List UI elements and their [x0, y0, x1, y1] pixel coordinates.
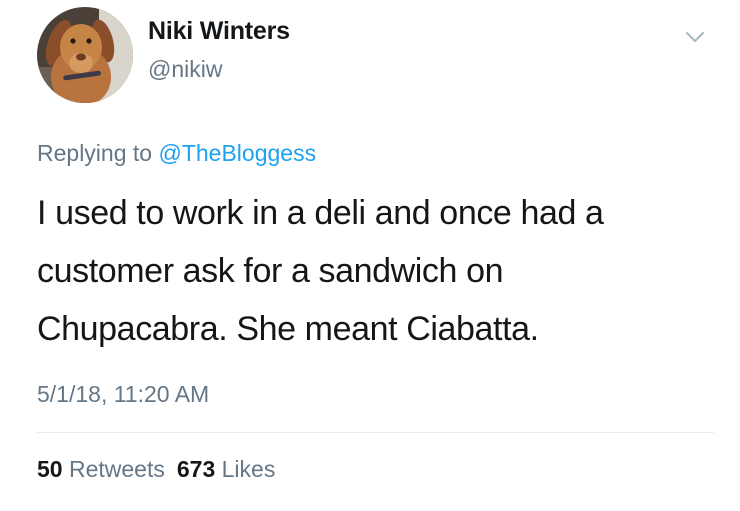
timestamp[interactable]: 5/1/18, 11:20 AM: [37, 381, 209, 408]
tweet-text-line: Chupacabra. She meant Ciabatta.: [37, 310, 539, 348]
tweet-text: I used to work in a deli and once had a …: [37, 184, 717, 358]
divider: [37, 432, 714, 433]
tweet-text-line: customer ask for a sandwich on: [37, 252, 504, 290]
display-name[interactable]: Niki Winters: [148, 17, 290, 46]
tweet-text-line: I used to work in a deli and once had a: [37, 194, 604, 232]
tweet-card: Niki Winters @nikiw Replying to @TheBlog…: [0, 0, 740, 511]
retweets-count: 50: [37, 456, 63, 482]
avatar-dog-photo: [37, 7, 133, 103]
user-handle[interactable]: @nikiw: [148, 56, 222, 83]
avatar[interactable]: [37, 7, 133, 103]
engagement-stats: 50 Retweets 673 Likes: [37, 456, 275, 483]
reply-to-handle-link[interactable]: @TheBloggess: [158, 140, 316, 166]
retweets-stat[interactable]: 50 Retweets: [37, 456, 165, 482]
likes-stat[interactable]: 673 Likes: [177, 456, 275, 482]
chevron-down-icon[interactable]: [682, 24, 708, 50]
reply-prefix: Replying to: [37, 140, 153, 166]
likes-label: Likes: [221, 456, 276, 482]
reply-context: Replying to @TheBloggess: [37, 140, 316, 167]
likes-count: 673: [176, 456, 216, 482]
retweets-label: Retweets: [68, 456, 165, 482]
